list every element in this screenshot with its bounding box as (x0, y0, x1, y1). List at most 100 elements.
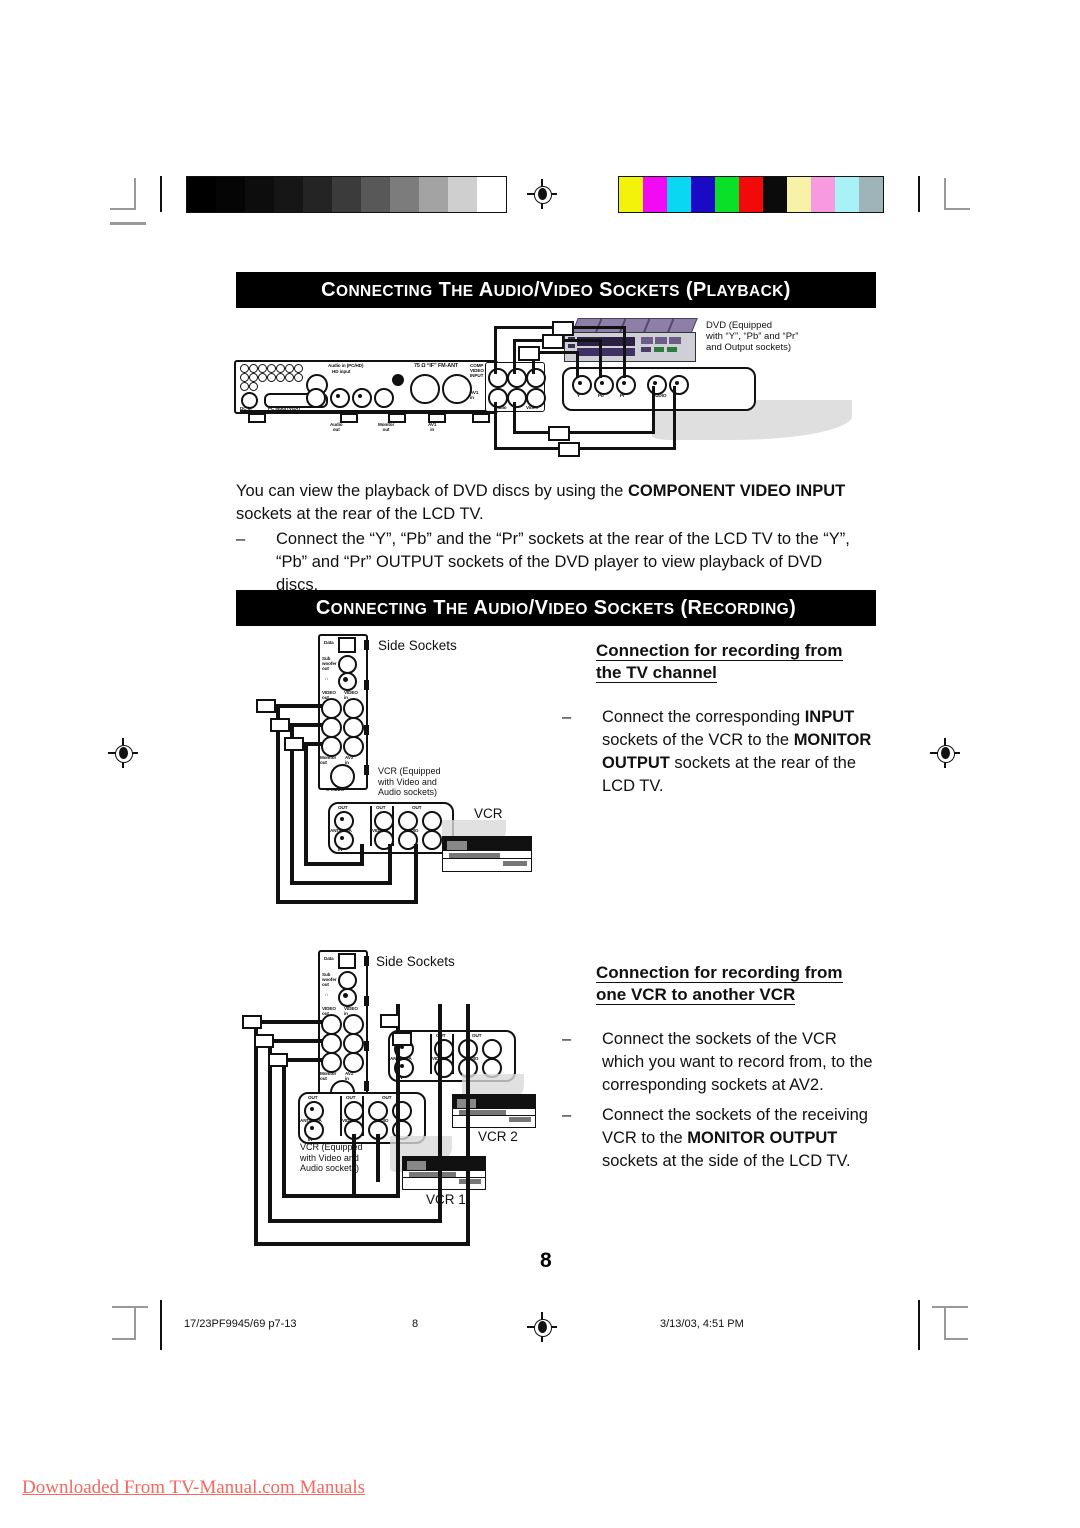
crop-mark-br-h (932, 1306, 968, 1308)
vcr2-audio-l-out-jack (482, 1039, 502, 1059)
bleed-line-left-bottom (160, 1300, 162, 1350)
audio-r-out-jack-2 (321, 1033, 342, 1054)
bullet-dash: – (562, 1106, 572, 1124)
cable-plug (542, 334, 564, 349)
cable-plug (268, 1053, 288, 1067)
pc-hd-indicator (392, 374, 404, 386)
panel-hinge (364, 996, 369, 1006)
bleed-line-right-bottom (918, 1300, 920, 1350)
video-in-jack-2 (343, 1014, 364, 1035)
playback-bullet-1-text: Connect the “Y”, “Pb” and the “Pr” socke… (276, 530, 850, 594)
headphone-jack-2 (338, 988, 357, 1007)
crop-mark-bl-h (112, 1306, 148, 1308)
dvd-audio-r-out-jack (647, 375, 667, 395)
comp-audio-l-jack (507, 388, 527, 408)
crop-mark-tl-h (110, 208, 136, 210)
callout-side-sockets-1: Side Sockets (378, 638, 457, 653)
registration-mark-left (108, 738, 138, 768)
crop-mark-bl-v (134, 1306, 136, 1340)
cable-plug (558, 442, 580, 457)
bullet-dash: – (562, 1030, 572, 1048)
label-dc-in: DC in (240, 406, 252, 411)
dvd-pr-out-jack (616, 375, 636, 395)
vcr-unit-2 (452, 1094, 536, 1128)
cable-plug (270, 718, 290, 732)
bleed-line-right (918, 176, 920, 212)
callout-side-sockets-2: Side Sockets (376, 954, 455, 969)
recording-diagram-vcr-to-vcr: Data Sub woofer out ∩ VIDEO out VIDEO in… (240, 946, 560, 1256)
video-in-jack (343, 698, 364, 719)
cable-plug (392, 1032, 412, 1046)
audio-l-in-jack-2 (343, 1052, 364, 1073)
label-vcr1-audio: AUDIO (374, 1118, 389, 1123)
rb1-bold1: INPUT (804, 708, 855, 726)
panel-divider (340, 1096, 342, 1136)
cable-plug (284, 737, 304, 751)
hd-pb-jack (352, 388, 372, 408)
playback-intro-bold: COMPONENT VIDEO INPUT (627, 482, 846, 500)
hd-pr-jack (374, 388, 394, 408)
label-vcr-out-audio: OUT (412, 805, 422, 810)
panel-hinge (364, 1081, 369, 1091)
hd-jack-center (358, 394, 362, 398)
registration-mark-bottom (527, 1312, 557, 1342)
vcr-audio-l-out-jack (422, 811, 442, 831)
label-headphone: ∩ (325, 676, 329, 681)
comp-y-jack (488, 368, 508, 388)
label-dvd-pr: Pr (620, 393, 625, 398)
label-data: Data (324, 640, 334, 645)
rb1-pre: Connect the corresponding (602, 708, 805, 726)
label-headphone-2: ∩ (325, 992, 329, 997)
audio-l-in-jack (343, 736, 364, 757)
label-hd-input: HD input (332, 369, 351, 374)
rb3-bold: MONITOR OUTPUT (687, 1129, 838, 1147)
comp-pr-jack (526, 368, 546, 388)
label-dvd-pb: Pb (598, 393, 604, 398)
cable-plug (518, 346, 540, 361)
playback-intro-paragraph: You can view the playback of DVD discs b… (236, 480, 866, 526)
panel-foot (248, 413, 266, 423)
recording-subheading-2-line1: Connection for recording from (596, 963, 843, 983)
dvd-audio-l-out-jack (669, 375, 689, 395)
label-sub-woofer-out: Sub woofer out (322, 656, 337, 672)
label-pc-input: PC input (VGA) (268, 406, 300, 411)
rb3-end: sockets at the side of the LCD TV. (602, 1152, 851, 1170)
download-watermark[interactable]: Downloaded From TV-Manual.com Manuals (22, 1477, 365, 1499)
label-audio-in: Audio in (PC/HD) (328, 363, 364, 368)
audio-l-out-jack (321, 736, 342, 757)
recording-bullet-2: – Connect the sockets of the VCR which y… (562, 1028, 876, 1097)
recording-subheading-1: Connection for recording from the TV cha… (596, 640, 876, 684)
recording-diagram-tv-channel: Data Sub woofer out ∩ VIDEO out VIDEO in… (252, 630, 552, 920)
section-banner-recording: CONNECTING THE AUDIO/VIDEO SOCKETS (RECO… (236, 590, 876, 626)
headphone-jack (338, 672, 357, 691)
label-vcr1-out-audio: OUT (382, 1095, 392, 1100)
panel-divider (430, 1034, 432, 1074)
crop-mark-br-h2 (944, 1338, 968, 1340)
playback-intro-a: You can view the playback of DVD discs b… (236, 482, 628, 500)
data-port (338, 637, 356, 653)
panel-hinge (364, 640, 369, 650)
crop-mark-bl-h2 (112, 1338, 136, 1340)
callout-vcr-1-label: VCR 1 (426, 1192, 466, 1207)
recording-bullet-1-text: Connect the corresponding INPUT sockets … (602, 706, 876, 798)
crop-mark-br-v (944, 1306, 946, 1340)
cable-plug (242, 1015, 262, 1029)
dvd-pb-out-jack (594, 375, 614, 395)
crop-mark-tl-h2 (110, 222, 146, 225)
recording-bullet-2-text: Connect the sockets of the VCR which you… (602, 1030, 873, 1094)
playback-intro-b: sockets at the rear of the LCD TV. (236, 505, 484, 523)
grayscale-calibration-bar (186, 176, 507, 213)
dvd-front-face (564, 331, 696, 362)
recording-subheading-1-line1: Connection for recording from (596, 641, 843, 661)
label-antenna-2: ANTENNA (390, 1056, 412, 1061)
label-vcr-out-ant: OUT (338, 805, 348, 810)
hd-y-jack (330, 388, 350, 408)
video-out-jack (321, 698, 342, 719)
label-vcr-in-1: IN (338, 847, 343, 852)
label-antenna: 75 Ω “IF” FM-ANT (414, 363, 459, 369)
if-antenna-jack (410, 374, 440, 404)
recording-bullet-1: – Connect the corresponding INPUT socket… (562, 706, 876, 798)
audio-r-out-jack (321, 717, 342, 738)
vcr-audio-l-in-jack (422, 830, 442, 850)
label-vcr-video-1: VIDEO (372, 828, 386, 833)
